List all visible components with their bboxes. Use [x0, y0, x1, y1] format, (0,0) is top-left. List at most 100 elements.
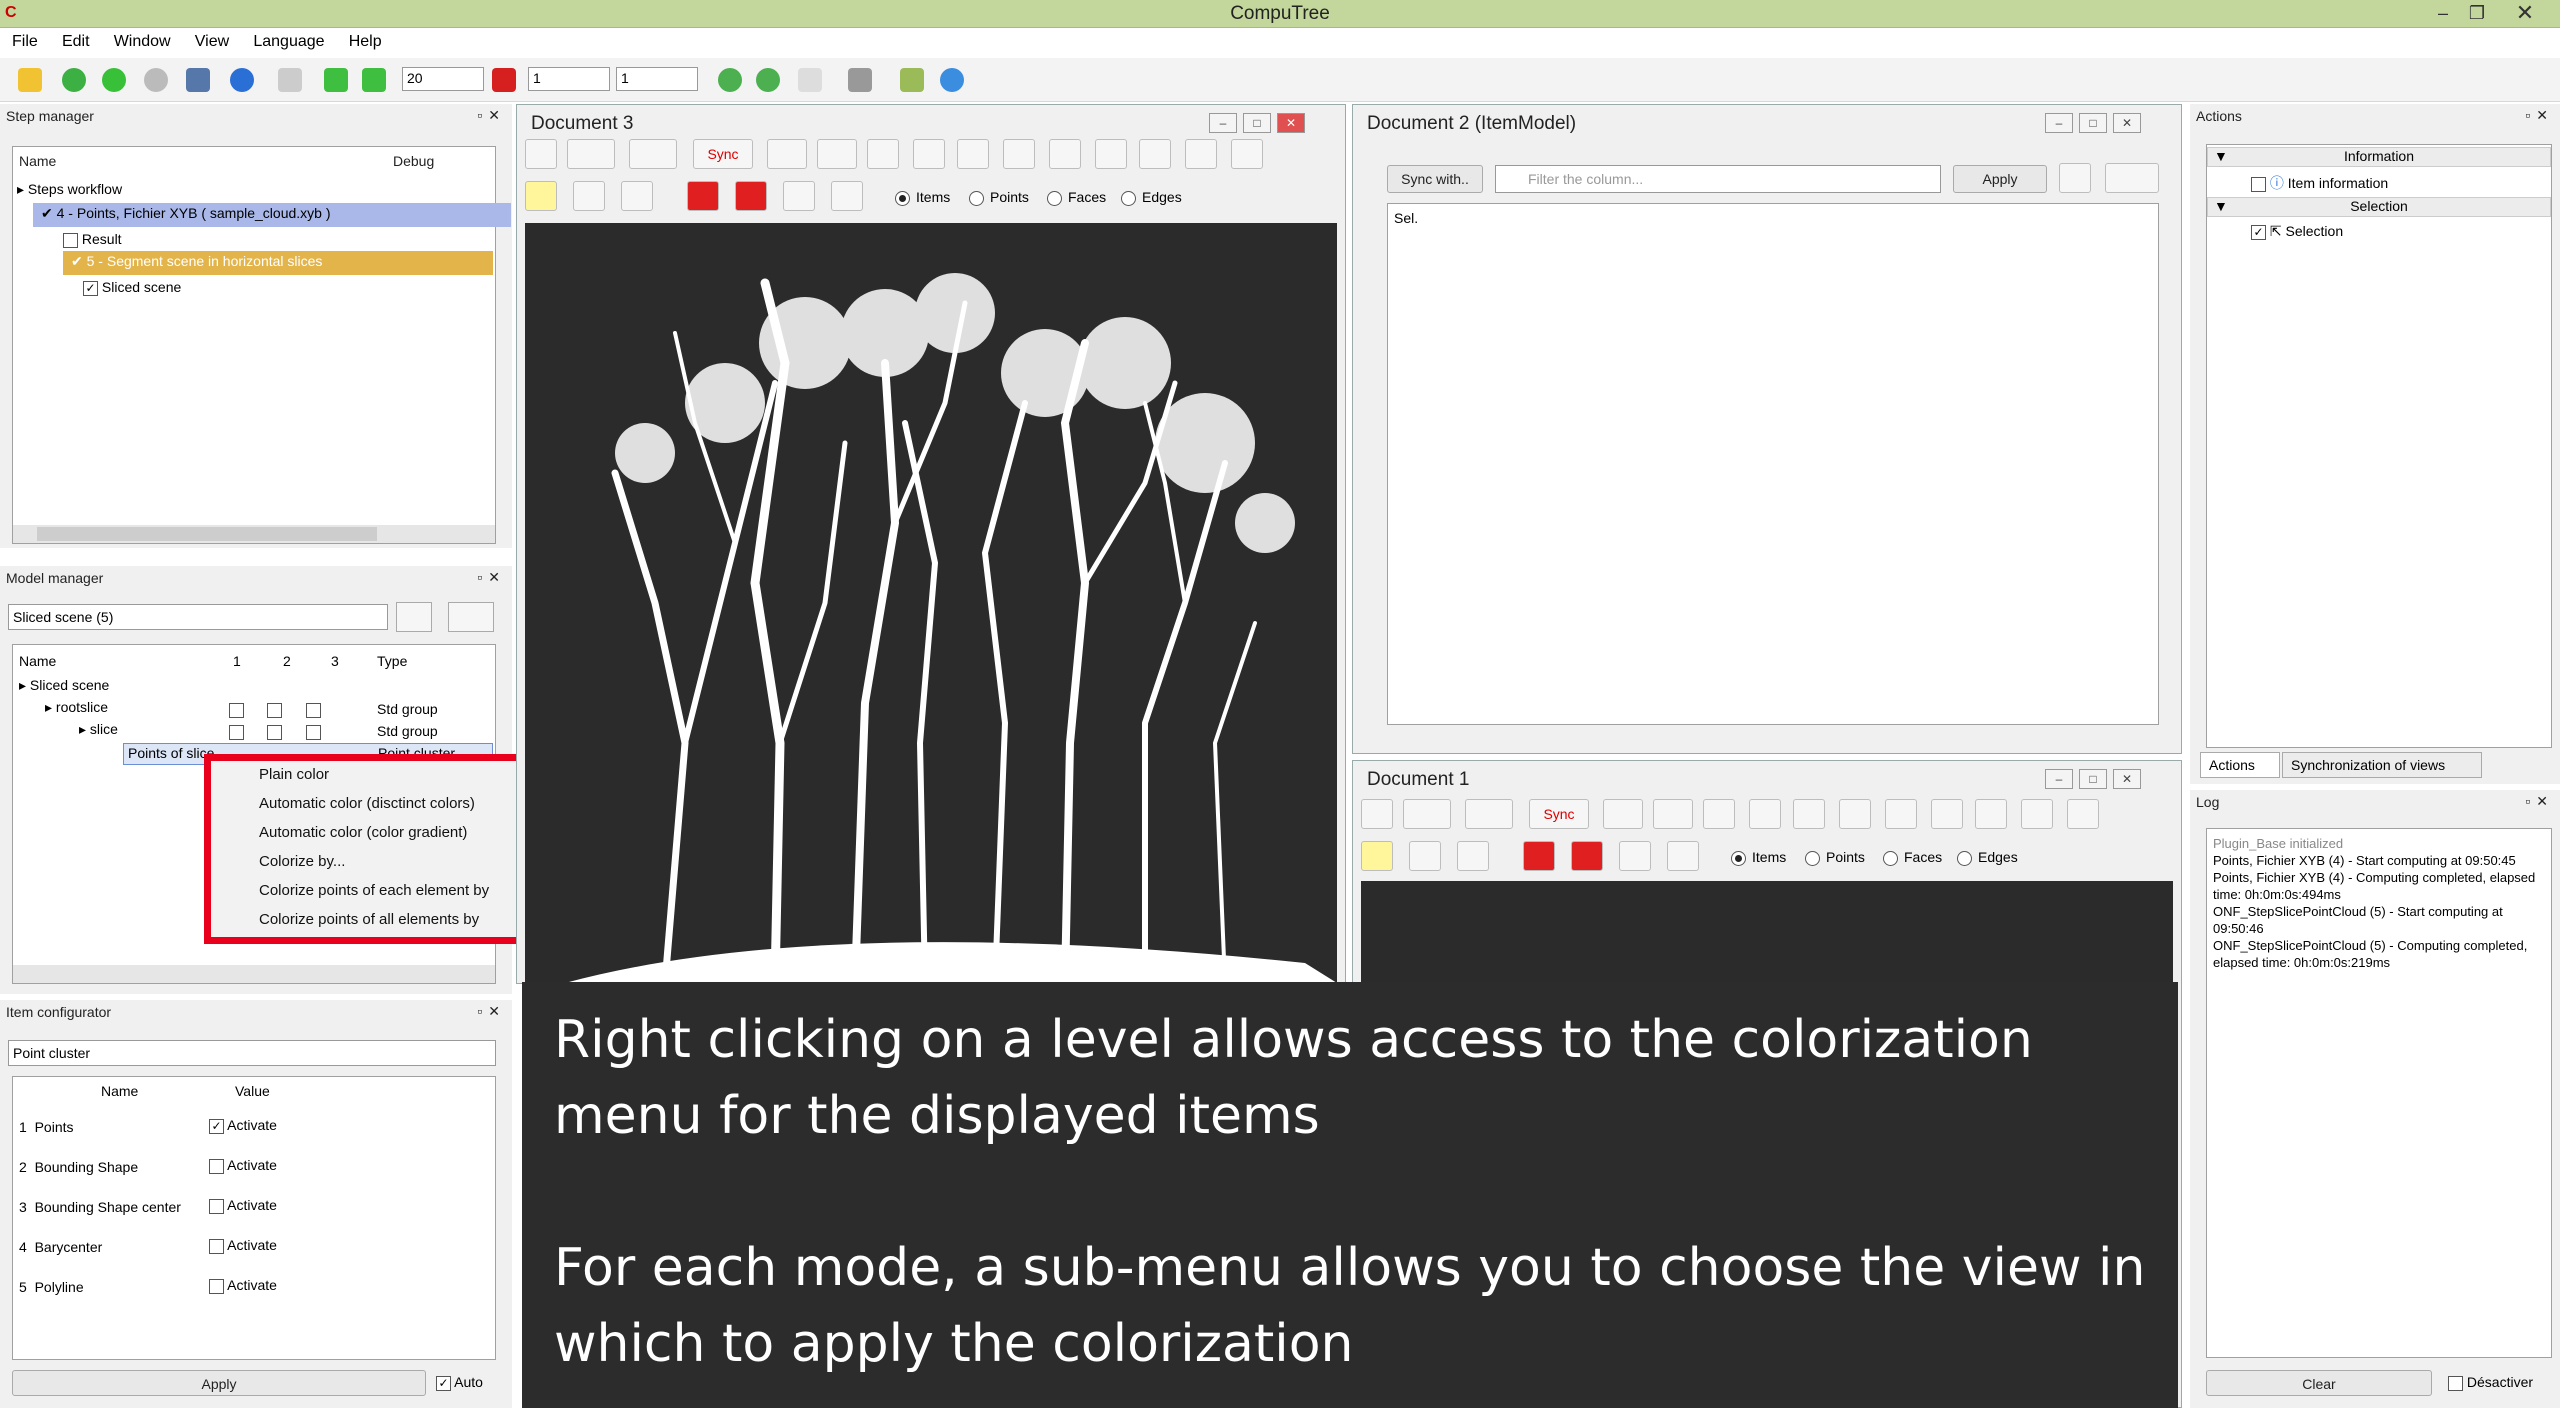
point-size-up-icon[interactable]: [957, 139, 989, 169]
filter-input[interactable]: Filter the column...: [1495, 165, 1941, 193]
activate-checkbox[interactable]: Activate: [209, 1237, 277, 1254]
step-sliced-scene[interactable]: ✓ Sliced scene: [83, 279, 181, 296]
step-item-4[interactable]: ✔ 4 - Points, Fichier XYB ( sample_cloud…: [33, 203, 511, 227]
disable-checkbox[interactable]: Désactiver: [2448, 1374, 2533, 1391]
eye-icon[interactable]: [1653, 799, 1693, 829]
horizontal-scrollbar[interactable]: [13, 525, 495, 543]
script-icon[interactable]: [900, 68, 924, 92]
record-icon[interactable]: [492, 68, 516, 92]
swap-icon[interactable]: [2067, 799, 2099, 829]
section-information[interactable]: ▼ Information: [2207, 147, 2551, 167]
panel-buttons[interactable]: ▫✕: [477, 1003, 506, 1020]
contrast-icon[interactable]: [1139, 139, 1171, 169]
activate-checkbox[interactable]: Activate: [209, 1157, 277, 1174]
apply-button[interactable]: Apply: [12, 1370, 426, 1396]
video-icon[interactable]: [767, 139, 807, 169]
sync-button[interactable]: Sync: [1529, 799, 1589, 829]
step-item-5[interactable]: ✔ 5 - Segment scene in horizontal slices: [63, 251, 493, 275]
point-size-down-icon[interactable]: [1749, 799, 1781, 829]
select-remove-icon[interactable]: [1457, 841, 1489, 871]
tree-row[interactable]: ▸ rootslice: [45, 699, 108, 716]
select-subtract-icon[interactable]: [1619, 841, 1651, 871]
select-arrow-icon[interactable]: [525, 181, 557, 211]
gradient-icon[interactable]: [448, 602, 494, 632]
delete-icon[interactable]: [278, 68, 302, 92]
item-type-combo[interactable]: Point cluster: [8, 1040, 496, 1066]
checkbox-row[interactable]: [229, 701, 321, 718]
clear-button[interactable]: Clear: [2206, 1370, 2432, 1396]
select-subtract-icon[interactable]: [783, 181, 815, 211]
maximize-icon[interactable]: □: [2079, 769, 2107, 789]
grid-icon[interactable]: [1003, 139, 1035, 169]
minimize-icon[interactable]: –: [2428, 2, 2458, 24]
activate-checkbox[interactable]: ✓ Activate: [209, 1117, 277, 1134]
select-remove-icon[interactable]: [621, 181, 653, 211]
horizontal-scrollbar[interactable]: [13, 965, 495, 983]
minimize-icon[interactable]: –: [2045, 769, 2073, 789]
3d-viewer[interactable]: [525, 223, 1337, 988]
sync-button[interactable]: Sync: [693, 139, 753, 169]
radio-faces[interactable]: Faces: [1047, 189, 1106, 206]
frame-spinbox[interactable]: 1: [528, 67, 610, 91]
maximize-icon[interactable]: □: [1243, 113, 1271, 133]
view-cube-icon[interactable]: [567, 139, 615, 169]
radio-points[interactable]: Points: [969, 189, 1029, 206]
tree-row[interactable]: ▸ Sliced scene: [19, 677, 109, 694]
select-arrow-icon[interactable]: [1361, 841, 1393, 871]
list-icon[interactable]: [798, 68, 822, 92]
select-square-icon[interactable]: [1523, 841, 1555, 871]
stop-icon[interactable]: [144, 68, 168, 92]
color-icon[interactable]: [396, 602, 432, 632]
apply-button[interactable]: Apply: [1953, 165, 2047, 193]
section-selection[interactable]: ▼ Selection: [2207, 197, 2551, 217]
select-add-icon[interactable]: [1409, 841, 1441, 871]
export-icon[interactable]: [2021, 799, 2053, 829]
screenshot-icon[interactable]: [867, 139, 899, 169]
axis-icon[interactable]: [1465, 799, 1513, 829]
menu-help[interactable]: Help: [337, 28, 382, 51]
gradient-icon[interactable]: [2105, 163, 2159, 193]
deselect-icon[interactable]: [1667, 841, 1699, 871]
save-icon[interactable]: [186, 68, 210, 92]
info-icon[interactable]: [230, 68, 254, 92]
camera-fit-icon[interactable]: [525, 139, 557, 169]
export-icon[interactable]: [1185, 139, 1217, 169]
model-combo[interactable]: Sliced scene (5): [8, 604, 388, 630]
tab-actions[interactable]: Actions: [2200, 752, 2280, 778]
activate-checkbox[interactable]: Activate: [209, 1197, 277, 1214]
step-result[interactable]: Result: [63, 231, 122, 248]
tab-synchronization[interactable]: Synchronization of views: [2282, 752, 2482, 778]
add-icon[interactable]: [62, 68, 86, 92]
swap-icon[interactable]: [1231, 139, 1263, 169]
panel-buttons[interactable]: ▫✕: [477, 569, 506, 586]
point-size-up-icon[interactable]: [1793, 799, 1825, 829]
color-icon[interactable]: [2059, 163, 2091, 193]
menu-language[interactable]: Language: [241, 28, 324, 51]
restore-icon[interactable]: ❐: [2462, 2, 2492, 24]
plugin-icon[interactable]: [718, 68, 742, 92]
point-size-down-icon[interactable]: [913, 139, 945, 169]
tools-icon[interactable]: [1095, 139, 1127, 169]
fit-icon[interactable]: [1049, 139, 1081, 169]
play-icon[interactable]: [324, 68, 348, 92]
radio-points[interactable]: Points: [1805, 849, 1865, 866]
tree-row[interactable]: ▸ slice: [79, 721, 118, 738]
select-multi-icon[interactable]: [735, 181, 767, 211]
maximize-icon[interactable]: □: [2079, 113, 2107, 133]
close-icon[interactable]: ✕: [1277, 113, 1305, 133]
camera-fit-icon[interactable]: [1361, 799, 1393, 829]
select-square-icon[interactable]: [687, 181, 719, 211]
menu-view[interactable]: View: [183, 28, 229, 51]
minimize-icon[interactable]: –: [2045, 113, 2073, 133]
fast-forward-icon[interactable]: [362, 68, 386, 92]
panel-buttons[interactable]: ▫✕: [2525, 107, 2554, 124]
checkbox-row[interactable]: [229, 723, 321, 740]
tree-steps-workflow[interactable]: ▸ Steps workflow: [17, 181, 122, 198]
axis-icon[interactable]: [629, 139, 677, 169]
radio-items[interactable]: Items: [1731, 849, 1786, 866]
item-information[interactable]: ⓘ Item information: [2251, 173, 2388, 193]
minimize-icon[interactable]: –: [1209, 113, 1237, 133]
radio-faces[interactable]: Faces: [1883, 849, 1942, 866]
select-add-icon[interactable]: [573, 181, 605, 211]
panel-buttons[interactable]: ▫✕: [2525, 793, 2554, 810]
